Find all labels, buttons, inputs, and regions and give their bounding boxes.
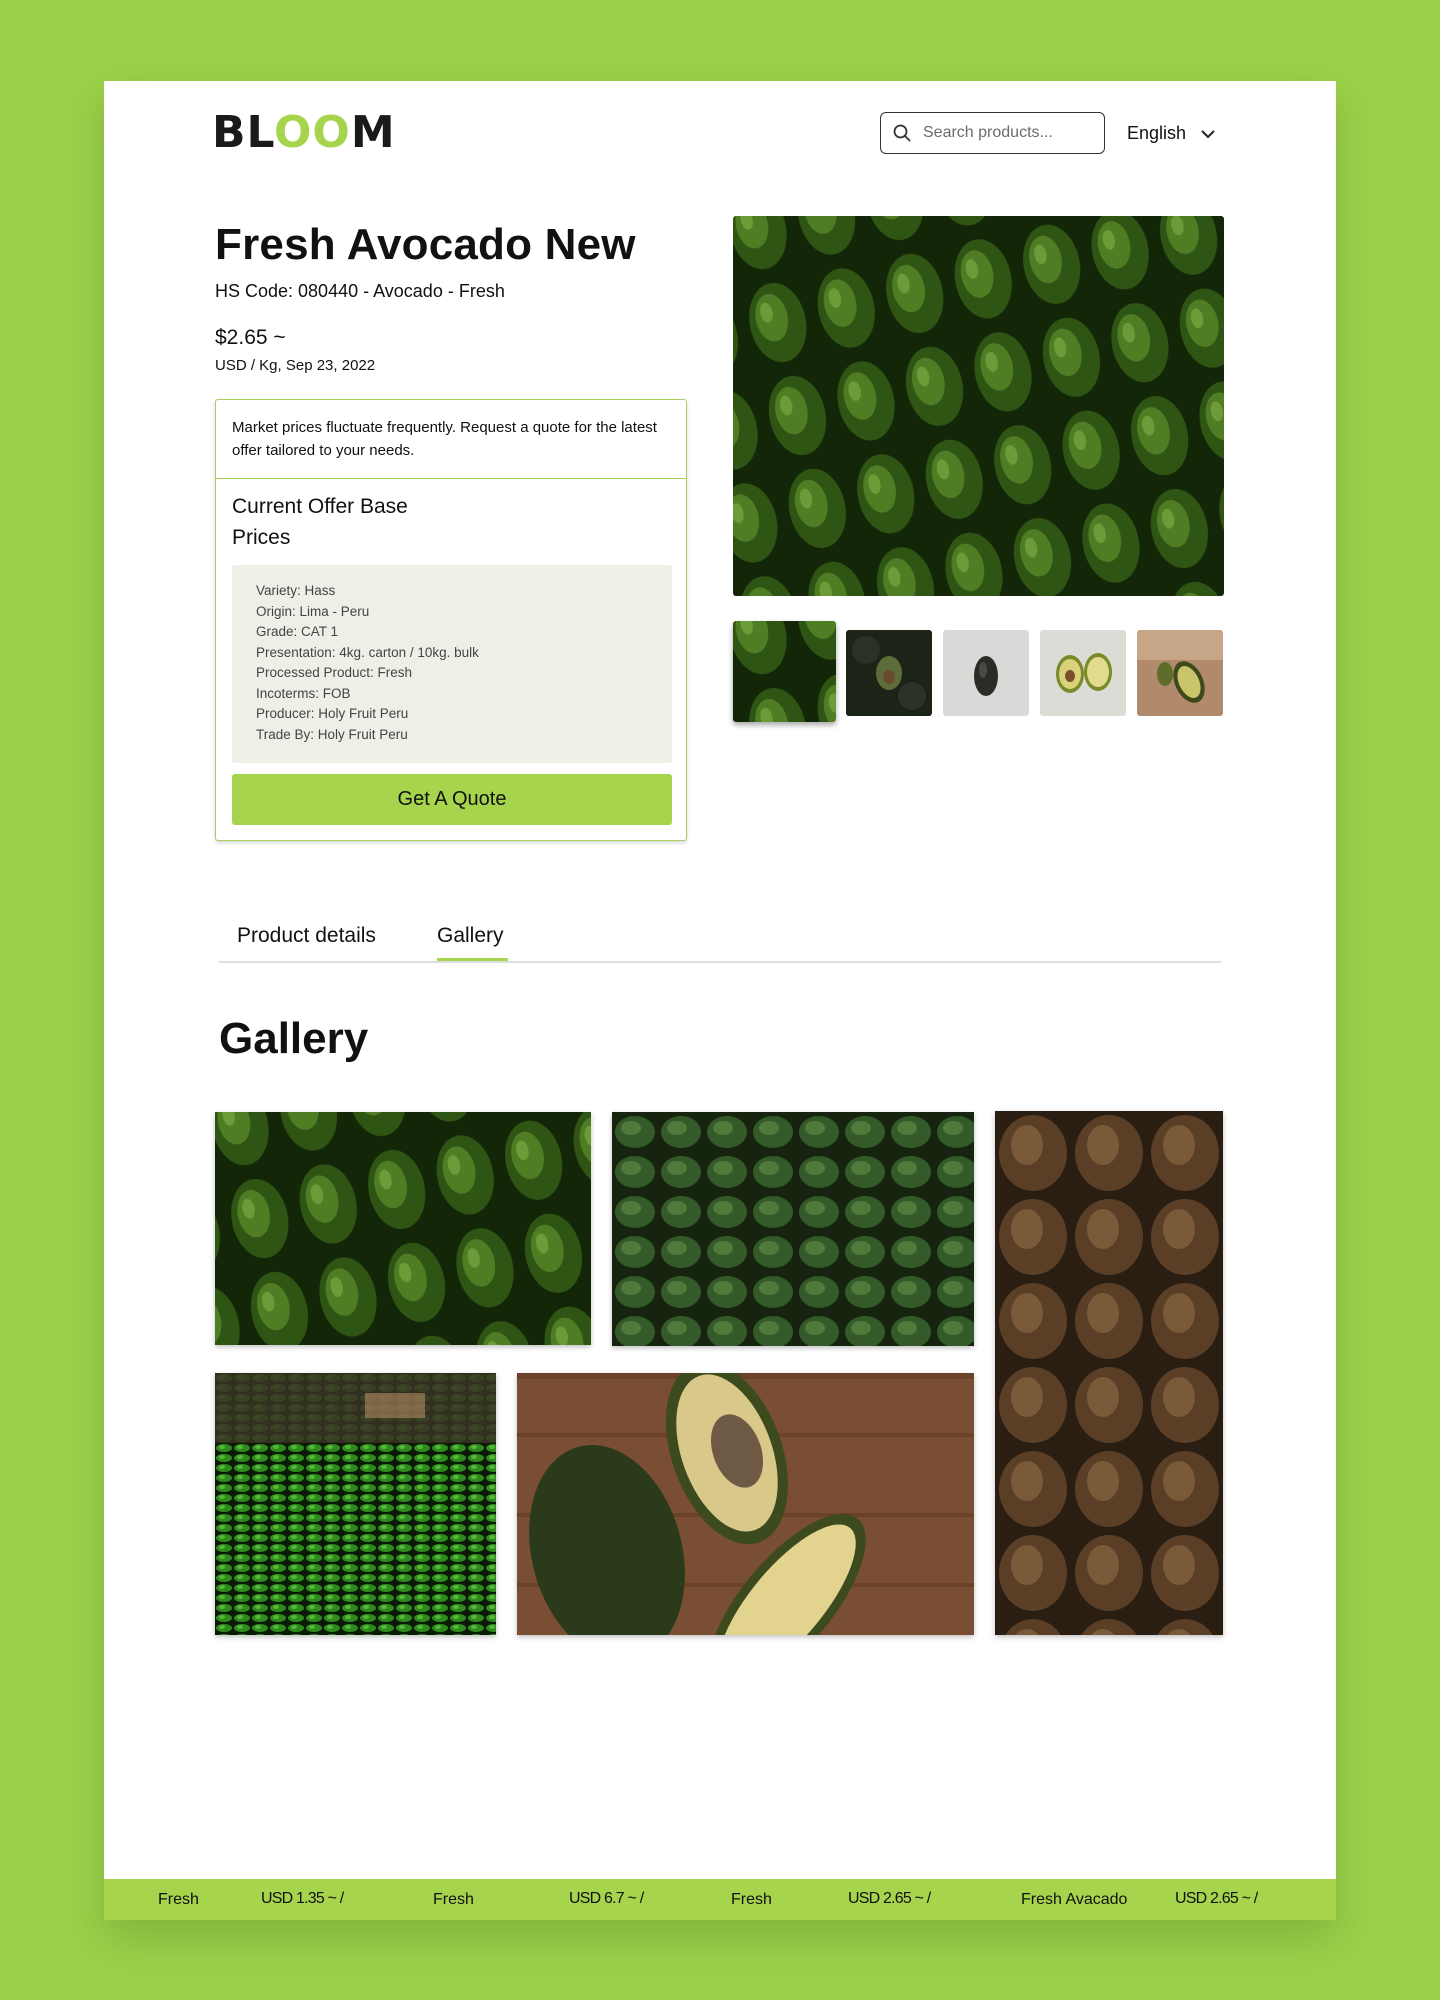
thumbnail-3[interactable] (943, 630, 1029, 716)
gallery-image-1[interactable] (215, 1112, 591, 1345)
thumbnail-5[interactable] (1137, 630, 1223, 716)
price-ticker: Fresh USD 1.35 ~ / Fresh USD 6.7 ~ / Fre… (104, 1879, 1336, 1920)
spec-item: Incoterms: FOB (256, 685, 351, 701)
price-notice: Market prices fluctuate frequently. Requ… (216, 400, 686, 479)
chevron-down-icon (1200, 129, 1216, 139)
hs-code: HS Code: 080440 - Avocado - Fresh (215, 281, 505, 301)
thumbnail-4[interactable] (1040, 630, 1126, 716)
ticker-product-name: Fresh (158, 1891, 199, 1908)
bloom-logo[interactable]: BLOOM (212, 111, 396, 155)
gallery-image-3[interactable] (995, 1111, 1223, 1635)
tab-divider (219, 961, 1221, 963)
spec-item: Variety: Hass (256, 583, 336, 598)
search-input[interactable] (921, 123, 1085, 143)
search-icon (893, 124, 911, 142)
ticker-product-name: Fresh (433, 1891, 474, 1908)
spec-list: Variety: Hass Origin: Lima - Peru Grade:… (232, 565, 672, 763)
get-quote-button[interactable]: Get A Quote (232, 774, 672, 825)
ticker-price: USD 6.7 ~ / (569, 1890, 644, 1907)
offer-card: Market prices fluctuate frequently. Requ… (215, 399, 687, 841)
ticker-price: USD 2.65 ~ / (1175, 1890, 1258, 1907)
spec-item: Grade: CAT 1 (256, 624, 339, 639)
thumbnail-2[interactable] (846, 630, 932, 716)
thumbnail-1[interactable] (733, 621, 836, 722)
product-page: BLOOM English Fresh Avocado New HS Code:… (104, 81, 1336, 1920)
spec-item: Origin: Lima - Peru (256, 603, 370, 619)
spec-item: Producer: Holy Fruit Peru (256, 706, 409, 721)
product-price: $2.65 ~ (215, 326, 286, 349)
offer-title: Current Offer Base Prices (232, 495, 408, 549)
spec-item: Processed Product: Fresh (256, 665, 413, 680)
gallery-image-2[interactable] (612, 1112, 974, 1346)
gallery-image-5[interactable] (517, 1373, 974, 1635)
spec-item: Presentation: 4kg. carton / 10kg. bulk (256, 644, 479, 660)
product-title: Fresh Avocado New (215, 220, 636, 269)
tab-gallery[interactable]: Gallery (437, 924, 504, 948)
gallery-heading: Gallery (219, 1014, 369, 1063)
gallery-image-4[interactable] (215, 1373, 496, 1635)
search-box[interactable] (880, 112, 1105, 154)
ticker-product-name: Fresh Avacado (1021, 1891, 1128, 1908)
main-product-image (733, 216, 1224, 596)
spec-item: Trade By: Holy Fruit Peru (256, 726, 408, 742)
ticker-price: USD 1.35 ~ / (261, 1890, 344, 1907)
ticker-price: USD 2.65 ~ / (848, 1890, 931, 1907)
language-selector[interactable]: English (1127, 123, 1216, 144)
price-unit-date: USD / Kg, Sep 23, 2022 (215, 357, 376, 374)
language-label: English (1127, 123, 1187, 143)
tab-product-details[interactable]: Product details (237, 924, 376, 948)
ticker-product-name: Fresh (731, 1891, 772, 1908)
